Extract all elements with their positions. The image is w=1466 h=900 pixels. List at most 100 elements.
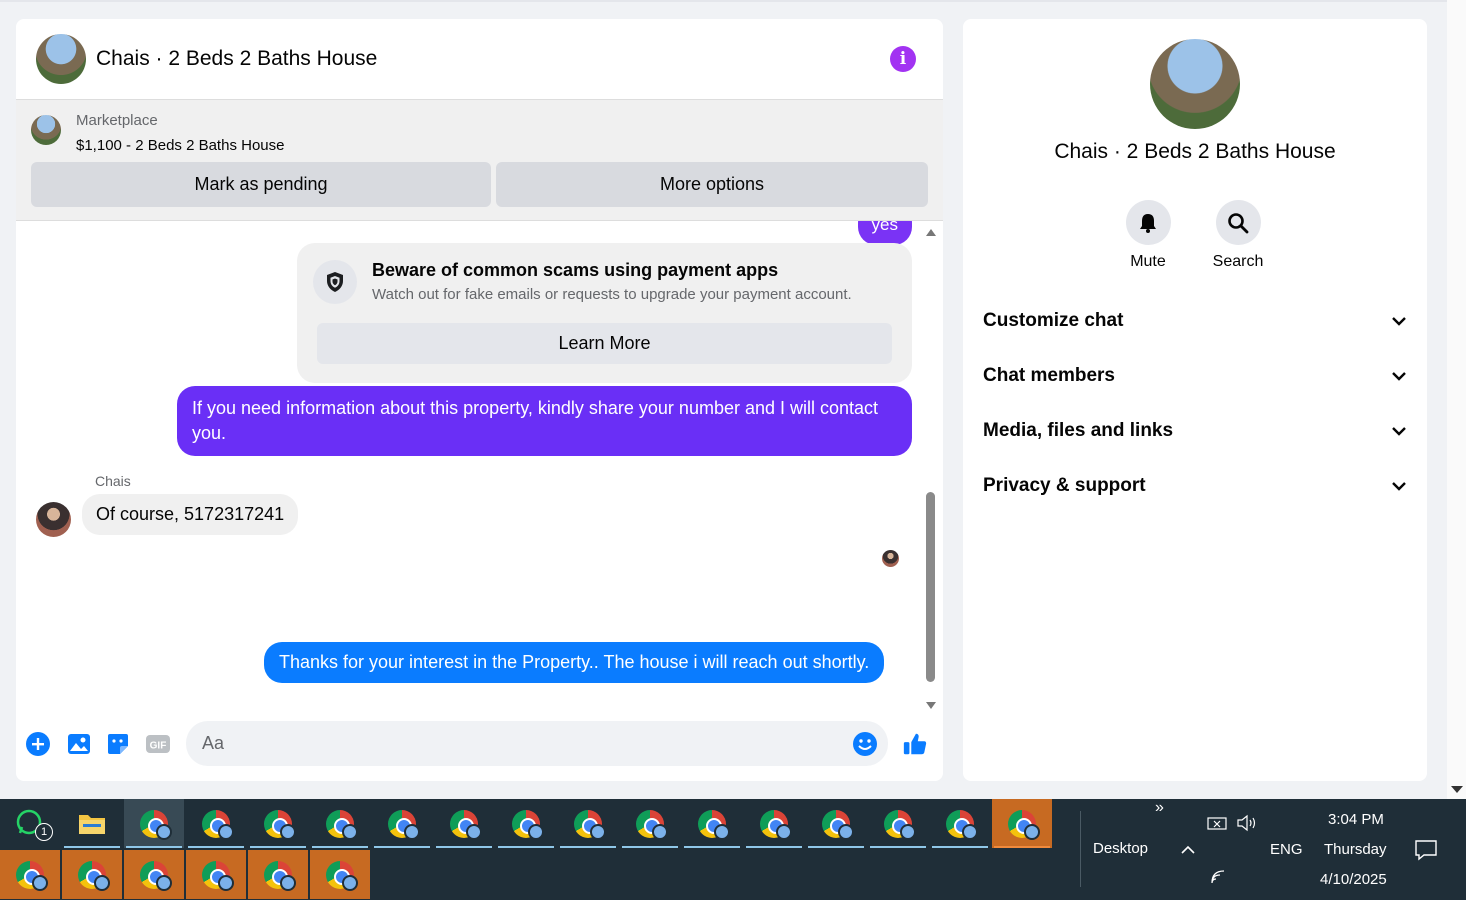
profile-badge-icon — [280, 875, 296, 891]
chat-avatar[interactable] — [36, 34, 86, 84]
chevron-down-icon — [1391, 310, 1407, 332]
scroll-up-arrow-icon[interactable] — [926, 229, 936, 236]
taskbar-chrome[interactable] — [558, 799, 618, 848]
scroll-down-arrow-icon[interactable] — [1451, 786, 1463, 793]
profile-badge-icon — [528, 824, 544, 840]
photo-icon[interactable] — [66, 731, 92, 757]
taskbar-chrome-flashing[interactable] — [62, 850, 122, 899]
gif-icon[interactable]: GIF — [145, 731, 171, 757]
taskbar-chrome-flashing[interactable] — [248, 850, 308, 899]
running-indicator — [188, 846, 244, 848]
bell-icon[interactable] — [1125, 200, 1171, 245]
search-button[interactable]: Search — [1198, 200, 1278, 271]
more-options-button[interactable]: More options — [496, 162, 928, 207]
emoji-icon[interactable] — [852, 731, 878, 757]
mute-label: Mute — [1130, 253, 1166, 270]
listing-title[interactable]: $1,100 - 2 Beds 2 Baths House — [76, 137, 284, 154]
section-chat-members[interactable]: Chat members — [983, 356, 1407, 396]
profile-badge-icon — [466, 824, 482, 840]
scroll-down-arrow-icon[interactable] — [926, 702, 936, 709]
chevron-double-right-icon[interactable]: » — [1155, 799, 1164, 817]
windows-taskbar: 1 » Desktop ENG 3:04 PM Thursday 4/10/20… — [0, 799, 1466, 900]
taskbar-chrome[interactable] — [124, 799, 184, 848]
taskbar-chrome-flashing[interactable] — [124, 850, 184, 899]
running-indicator — [622, 846, 678, 848]
chevron-down-icon — [1391, 365, 1407, 387]
message-scrollbar[interactable] — [925, 229, 937, 709]
taskbar-chrome[interactable] — [620, 799, 680, 848]
running-indicator — [560, 846, 616, 848]
desktop-toolbar[interactable]: Desktop — [1093, 840, 1148, 857]
taskbar-chrome-flashing[interactable] — [992, 799, 1052, 848]
notification-center-icon[interactable] — [1414, 839, 1438, 866]
profile-title: Chais · 2 Beds 2 Baths House — [1054, 140, 1336, 163]
taskbar-chrome[interactable] — [372, 799, 432, 848]
taskbar-chrome[interactable] — [868, 799, 928, 848]
taskbar-chrome-flashing[interactable] — [186, 850, 246, 899]
taskbar-chrome[interactable] — [930, 799, 990, 848]
mute-button[interactable]: Mute — [1108, 200, 1188, 271]
profile-avatar[interactable] — [1150, 39, 1240, 129]
taskbar-chrome[interactable] — [496, 799, 556, 848]
language-indicator[interactable]: ENG — [1270, 841, 1303, 858]
taskbar-chrome[interactable] — [310, 799, 370, 848]
notification-badge: 1 — [35, 823, 53, 841]
section-media-files-links[interactable]: Media, files and links — [983, 411, 1407, 451]
listing-thumbnail[interactable] — [31, 115, 61, 145]
profile-badge-icon — [156, 824, 172, 840]
running-indicator — [870, 846, 926, 848]
running-indicator — [808, 846, 864, 848]
taskbar-file-explorer[interactable] — [62, 799, 122, 848]
chat-panel: Chais · 2 Beds 2 Baths House i Marketpla… — [16, 19, 943, 781]
profile-badge-icon — [1024, 824, 1040, 840]
seen-indicator-avatar — [882, 550, 899, 567]
chat-info-panel: Chais · 2 Beds 2 Baths House Mute Search… — [963, 19, 1427, 781]
taskbar-chrome[interactable] — [434, 799, 494, 848]
running-indicator — [374, 846, 430, 848]
chat-title[interactable]: Chais · 2 Beds 2 Baths House — [96, 47, 377, 71]
learn-more-button[interactable]: Learn More — [317, 323, 892, 364]
scam-warning-description: Watch out for fake emails or requests to… — [372, 286, 852, 303]
marketplace-banner: Marketplace $1,100 - 2 Beds 2 Baths Hous… — [16, 100, 943, 221]
taskbar-chrome[interactable] — [186, 799, 246, 848]
message-input[interactable] — [186, 721, 888, 766]
sender-name: Chais — [95, 473, 131, 489]
mark-as-pending-button[interactable]: Mark as pending — [31, 162, 491, 207]
message-bubble-outgoing: yes — [857, 221, 912, 245]
shield-icon — [313, 260, 357, 304]
section-customize-chat[interactable]: Customize chat — [983, 301, 1407, 341]
profile-badge-icon — [218, 824, 234, 840]
thumbs-up-icon[interactable] — [902, 731, 928, 757]
clock-time[interactable]: 3:04 PM — [1328, 811, 1384, 828]
taskbar-chrome[interactable] — [248, 799, 308, 848]
clock-day[interactable]: Thursday — [1324, 841, 1387, 858]
scrollbar-thumb[interactable] — [926, 492, 935, 682]
chevron-up-icon[interactable] — [1180, 842, 1196, 860]
message-list: yes Beware of common scams using payment… — [16, 221, 943, 709]
page-scrollbar[interactable] — [1447, 0, 1466, 799]
sticker-icon[interactable] — [105, 731, 131, 757]
taskbar-whatsapp[interactable]: 1 — [0, 799, 60, 848]
section-label: Chat members — [983, 365, 1115, 386]
section-label: Customize chat — [983, 310, 1124, 331]
avatar[interactable] — [36, 502, 71, 537]
taskbar-chrome-flashing[interactable] — [310, 850, 370, 899]
volume-icon[interactable] — [1236, 814, 1258, 837]
taskbar-chrome-flashing[interactable] — [0, 850, 60, 899]
profile-badge-icon — [94, 875, 110, 891]
network-icon[interactable] — [1207, 815, 1229, 838]
add-plus-icon[interactable] — [25, 731, 51, 757]
search-icon[interactable] — [1215, 200, 1261, 245]
profile-badge-icon — [900, 824, 916, 840]
message-bubble-outgoing: If you need information about this prope… — [177, 386, 912, 456]
clock-date[interactable]: 4/10/2025 — [1320, 871, 1387, 888]
taskbar-chrome[interactable] — [682, 799, 742, 848]
wifi-icon[interactable] — [1209, 867, 1229, 890]
info-icon[interactable]: i — [890, 46, 916, 72]
section-privacy-support[interactable]: Privacy & support — [983, 466, 1407, 506]
taskbar-chrome[interactable] — [806, 799, 866, 848]
profile-badge-icon — [838, 824, 854, 840]
taskbar-chrome[interactable] — [744, 799, 804, 848]
profile-badge-icon — [342, 875, 358, 891]
profile-badge-icon — [962, 824, 978, 840]
